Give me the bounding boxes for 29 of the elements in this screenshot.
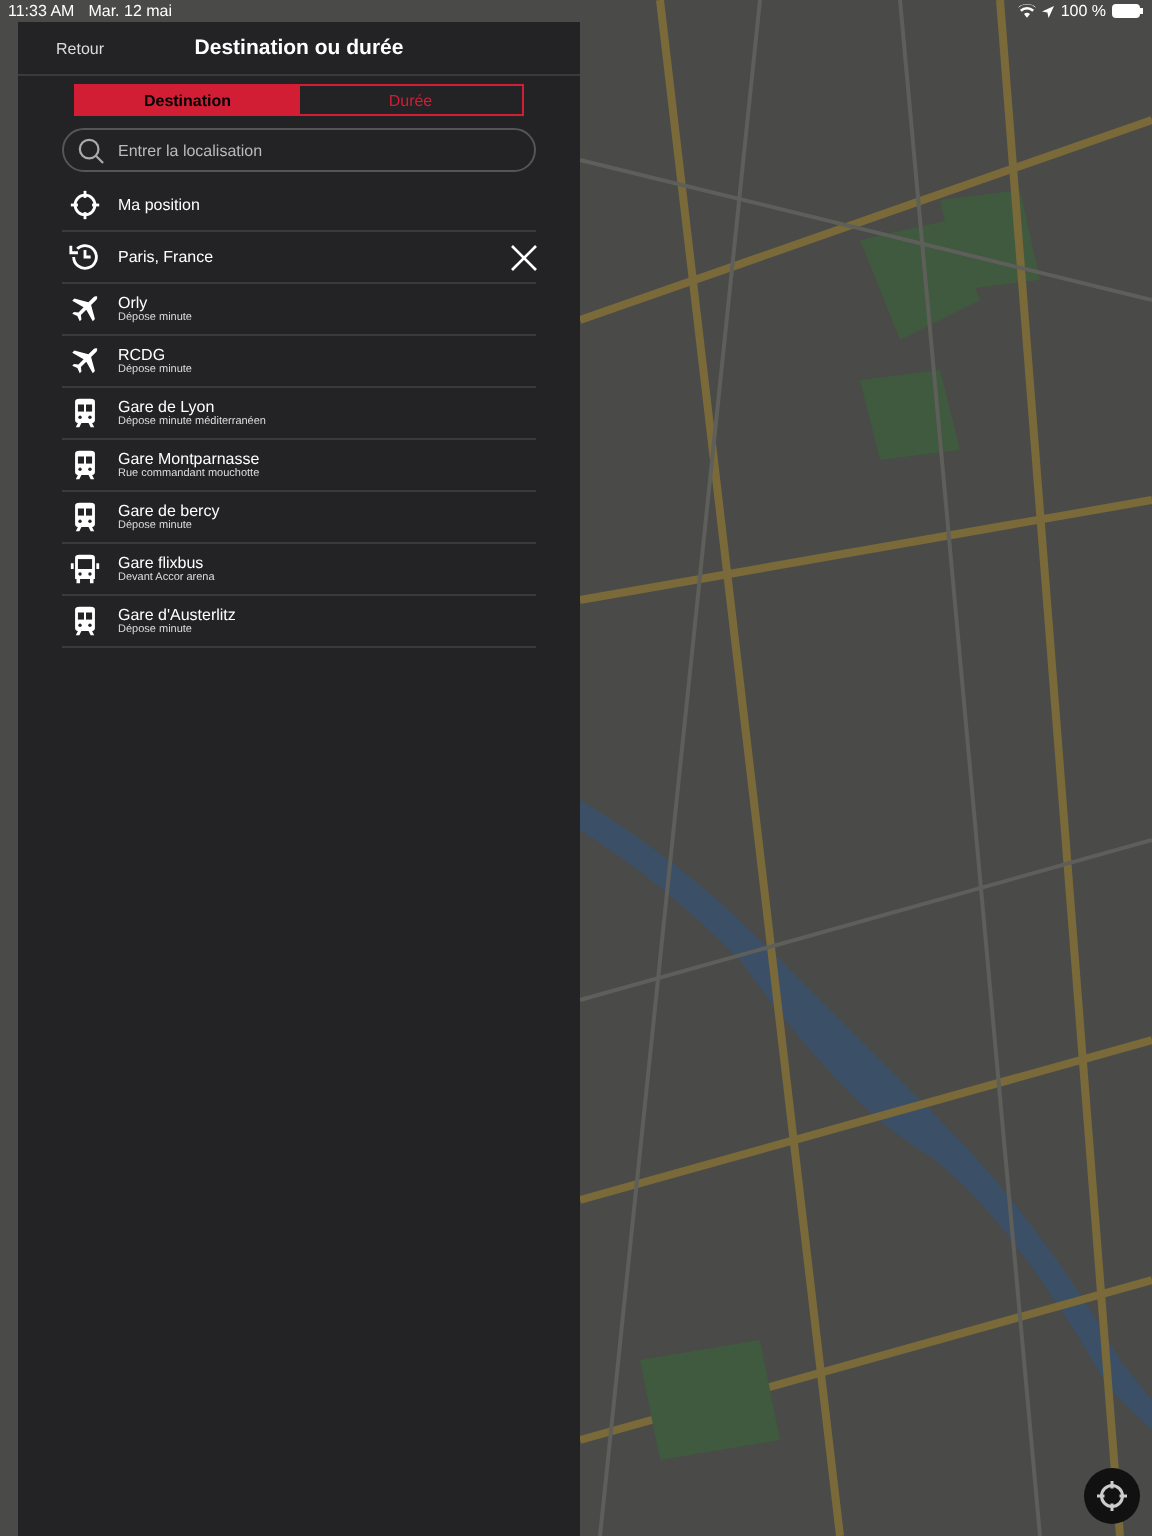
- status-date: Mar. 12 mai: [88, 2, 173, 20]
- history-icon: [68, 240, 102, 274]
- battery-icon: [1112, 4, 1144, 18]
- status-time: 11:33 AM: [8, 2, 75, 20]
- item-title: Gare Montparnasse: [118, 450, 262, 468]
- item-title: Gare de bercy: [118, 502, 222, 520]
- location-arrow-icon: [1042, 5, 1055, 17]
- wifi-icon: [1018, 4, 1037, 18]
- bus-icon: [68, 552, 102, 586]
- panel-title: Destination ou durée: [192, 36, 406, 60]
- crosshair-icon: [1094, 1478, 1130, 1514]
- item-title: Ma position: [118, 196, 202, 214]
- airplane-icon: [68, 292, 102, 326]
- location-item[interactable]: Ma position: [62, 180, 536, 232]
- item-title: RCDG: [118, 346, 168, 364]
- search-field[interactable]: Entrer la localisation: [62, 128, 536, 172]
- segment-tab[interactable]: Destination: [76, 86, 299, 114]
- battery-percent: 100 %: [1060, 2, 1106, 20]
- item-title: Paris, France: [118, 248, 216, 266]
- item-title: Orly: [118, 294, 150, 312]
- item-title: Gare flixbus: [118, 554, 206, 572]
- crosshair-icon: [68, 188, 102, 222]
- location-item[interactable]: Paris, France: [62, 232, 536, 284]
- item-title: Gare d'Austerlitz: [118, 606, 238, 624]
- close-button[interactable]: [510, 243, 538, 271]
- airplane-icon: [68, 344, 102, 378]
- item-title: Gare de Lyon: [118, 398, 217, 416]
- back-button[interactable]: Retour: [18, 39, 158, 57]
- search-icon: [78, 138, 104, 164]
